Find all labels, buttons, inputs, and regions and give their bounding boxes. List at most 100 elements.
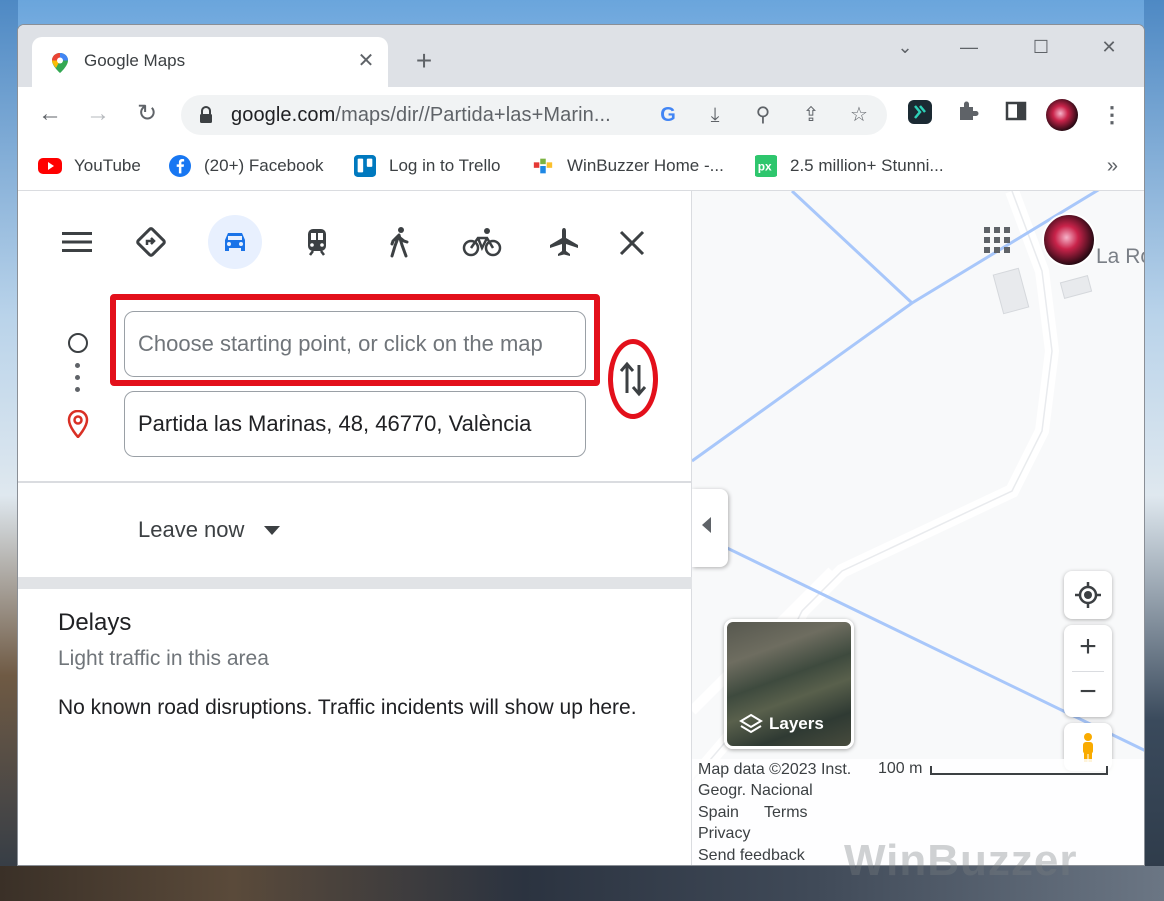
tab-title: Google Maps	[84, 51, 186, 70]
pixabay-icon: px	[755, 155, 777, 177]
trello-icon	[354, 155, 376, 177]
map-canvas[interactable]: La Ro + − Layers Map data ©2023 Inst. 10…	[692, 191, 1144, 865]
bookmark-label: (20+) Facebook	[204, 156, 324, 175]
close-window-button[interactable]: ✕	[1094, 35, 1124, 59]
terms-link[interactable]: Terms	[764, 804, 808, 822]
tab-search-chevron-icon[interactable]: ⌄	[890, 35, 920, 59]
profile-avatar[interactable]	[1046, 99, 1078, 131]
zoom-out-button[interactable]: −	[1064, 671, 1112, 717]
youtube-icon	[38, 158, 62, 174]
layers-label: Layers	[769, 714, 824, 733]
scale-label[interactable]: 100 m	[878, 760, 922, 778]
section-divider	[18, 481, 692, 483]
winbuzzer-icon	[533, 158, 553, 174]
winbuzzer-watermark: WinBuzzer	[844, 836, 1078, 885]
zoom-icon[interactable]: ⚲	[751, 103, 775, 127]
layers-button[interactable]: Layers	[724, 619, 854, 749]
close-directions-icon[interactable]	[618, 229, 646, 257]
airplane-icon	[550, 228, 578, 256]
walking-icon	[390, 227, 409, 258]
bicycle-icon	[462, 228, 502, 257]
desktop-wallpaper-left	[0, 0, 18, 901]
crosshair-location-icon	[1075, 582, 1101, 608]
address-bar[interactable]: google.com/maps/dir//Partida+las+Marin..…	[181, 95, 887, 135]
share-icon[interactable]: ⇪	[799, 103, 823, 127]
delays-subtitle: Light traffic in this area	[58, 647, 269, 670]
mode-transit[interactable]	[290, 215, 344, 269]
mode-walking[interactable]	[372, 215, 426, 269]
tab-close-icon[interactable]: ✕	[354, 49, 378, 73]
maps-favicon-icon	[52, 53, 68, 73]
directions-panel: Leave now Delays Light traffic in this a…	[18, 191, 692, 865]
mode-flights[interactable]	[537, 215, 591, 269]
destination-pin-icon	[67, 410, 89, 438]
bookmark-winbuzzer[interactable]: WinBuzzer Home -...	[531, 153, 724, 179]
mode-best-route[interactable]	[124, 215, 178, 269]
extensions-puzzle-icon[interactable]	[952, 99, 984, 131]
send-feedback-link[interactable]: Send feedback	[698, 847, 805, 865]
install-app-icon[interactable]: ⤓	[703, 103, 727, 127]
train-icon	[308, 229, 326, 256]
bookmark-label: Log in to Trello	[389, 156, 501, 175]
attribution-map-data: Map data ©2023 Inst.	[698, 761, 852, 778]
travel-mode-bar	[18, 191, 692, 291]
bookmark-star-icon[interactable]: ☆	[847, 103, 871, 127]
leave-now-dropdown[interactable]: Leave now	[138, 517, 244, 543]
destination-field[interactable]	[124, 391, 586, 457]
account-avatar[interactable]	[1042, 213, 1096, 267]
bookmark-label: YouTube	[74, 156, 141, 175]
highlight-annotation-swap	[608, 339, 658, 419]
section-divider-thick	[18, 577, 692, 589]
privacy-link[interactable]: Privacy	[698, 825, 750, 843]
collapse-panel-button[interactable]	[692, 489, 728, 567]
tab-strip: Google Maps ✕ + ⌄ — ☐ ✕	[18, 25, 1144, 87]
mode-driving[interactable]	[208, 215, 262, 269]
destination-input[interactable]	[125, 392, 565, 456]
zoom-controls: + −	[1064, 625, 1112, 717]
browser-window: Google Maps ✕ + ⌄ — ☐ ✕ ← → ↻ google.com…	[17, 24, 1145, 866]
tab-google-maps[interactable]: Google Maps ✕	[32, 37, 388, 87]
my-location-button[interactable]	[1064, 571, 1112, 619]
maximize-button[interactable]: ☐	[1026, 35, 1056, 59]
side-panel-icon[interactable]	[1000, 99, 1032, 131]
extension-icon[interactable]	[904, 99, 936, 131]
layers-icon	[739, 713, 763, 734]
zoom-in-button[interactable]: +	[1064, 625, 1112, 671]
reload-button[interactable]: ↻	[131, 99, 163, 131]
bookmark-trello[interactable]: Log in to Trello	[353, 153, 501, 179]
bookmark-facebook[interactable]: (20+) Facebook	[168, 153, 324, 179]
bookmark-pixabay[interactable]: px 2.5 million+ Stunni...	[754, 153, 944, 179]
new-tab-button[interactable]: +	[410, 47, 438, 76]
chevron-left-icon	[702, 517, 711, 533]
browser-toolbar: ← → ↻ google.com/maps/dir//Partida+las+M…	[18, 87, 1144, 143]
highlight-annotation-start-field	[110, 294, 600, 386]
bookmarks-bar: YouTube (20+) Facebook Log in to Trello …	[18, 143, 1144, 191]
delays-heading: Delays	[58, 609, 132, 636]
attribution-geogr: Geogr. Nacional	[698, 782, 813, 799]
google-lens-icon[interactable]: G	[656, 103, 680, 127]
caret-down-icon[interactable]	[264, 526, 280, 535]
car-icon	[225, 233, 245, 251]
scale-bar[interactable]	[930, 766, 1108, 775]
bookmarks-overflow-icon[interactable]: »	[1107, 155, 1118, 178]
delays-body: No known road disruptions. Traffic incid…	[58, 696, 637, 719]
attribution-spain: Spain	[698, 804, 739, 821]
route-diamond-icon	[136, 227, 166, 257]
bookmark-label: 2.5 million+ Stunni...	[790, 156, 944, 175]
hamburger-menu-icon[interactable]	[62, 231, 92, 253]
url-path: /maps/dir//Partida+las+Marin...	[335, 104, 611, 126]
chrome-menu-icon[interactable]: ⋮	[1096, 99, 1128, 131]
url-text[interactable]: google.com/maps/dir//Partida+las+Marin..…	[231, 104, 611, 127]
svg-text:px: px	[758, 160, 772, 174]
google-apps-grid-icon[interactable]	[982, 225, 1012, 255]
back-button[interactable]: ←	[34, 99, 66, 131]
start-point-circle-icon	[68, 333, 88, 353]
minimize-button[interactable]: —	[954, 35, 984, 59]
forward-button[interactable]: →	[82, 99, 114, 131]
map-place-label: La Ro	[1096, 245, 1144, 268]
bookmark-youtube[interactable]: YouTube	[38, 153, 141, 179]
mode-cycling[interactable]	[455, 215, 509, 269]
lock-icon	[200, 106, 212, 123]
bookmark-label: WinBuzzer Home -...	[567, 156, 724, 175]
facebook-icon	[169, 155, 191, 177]
